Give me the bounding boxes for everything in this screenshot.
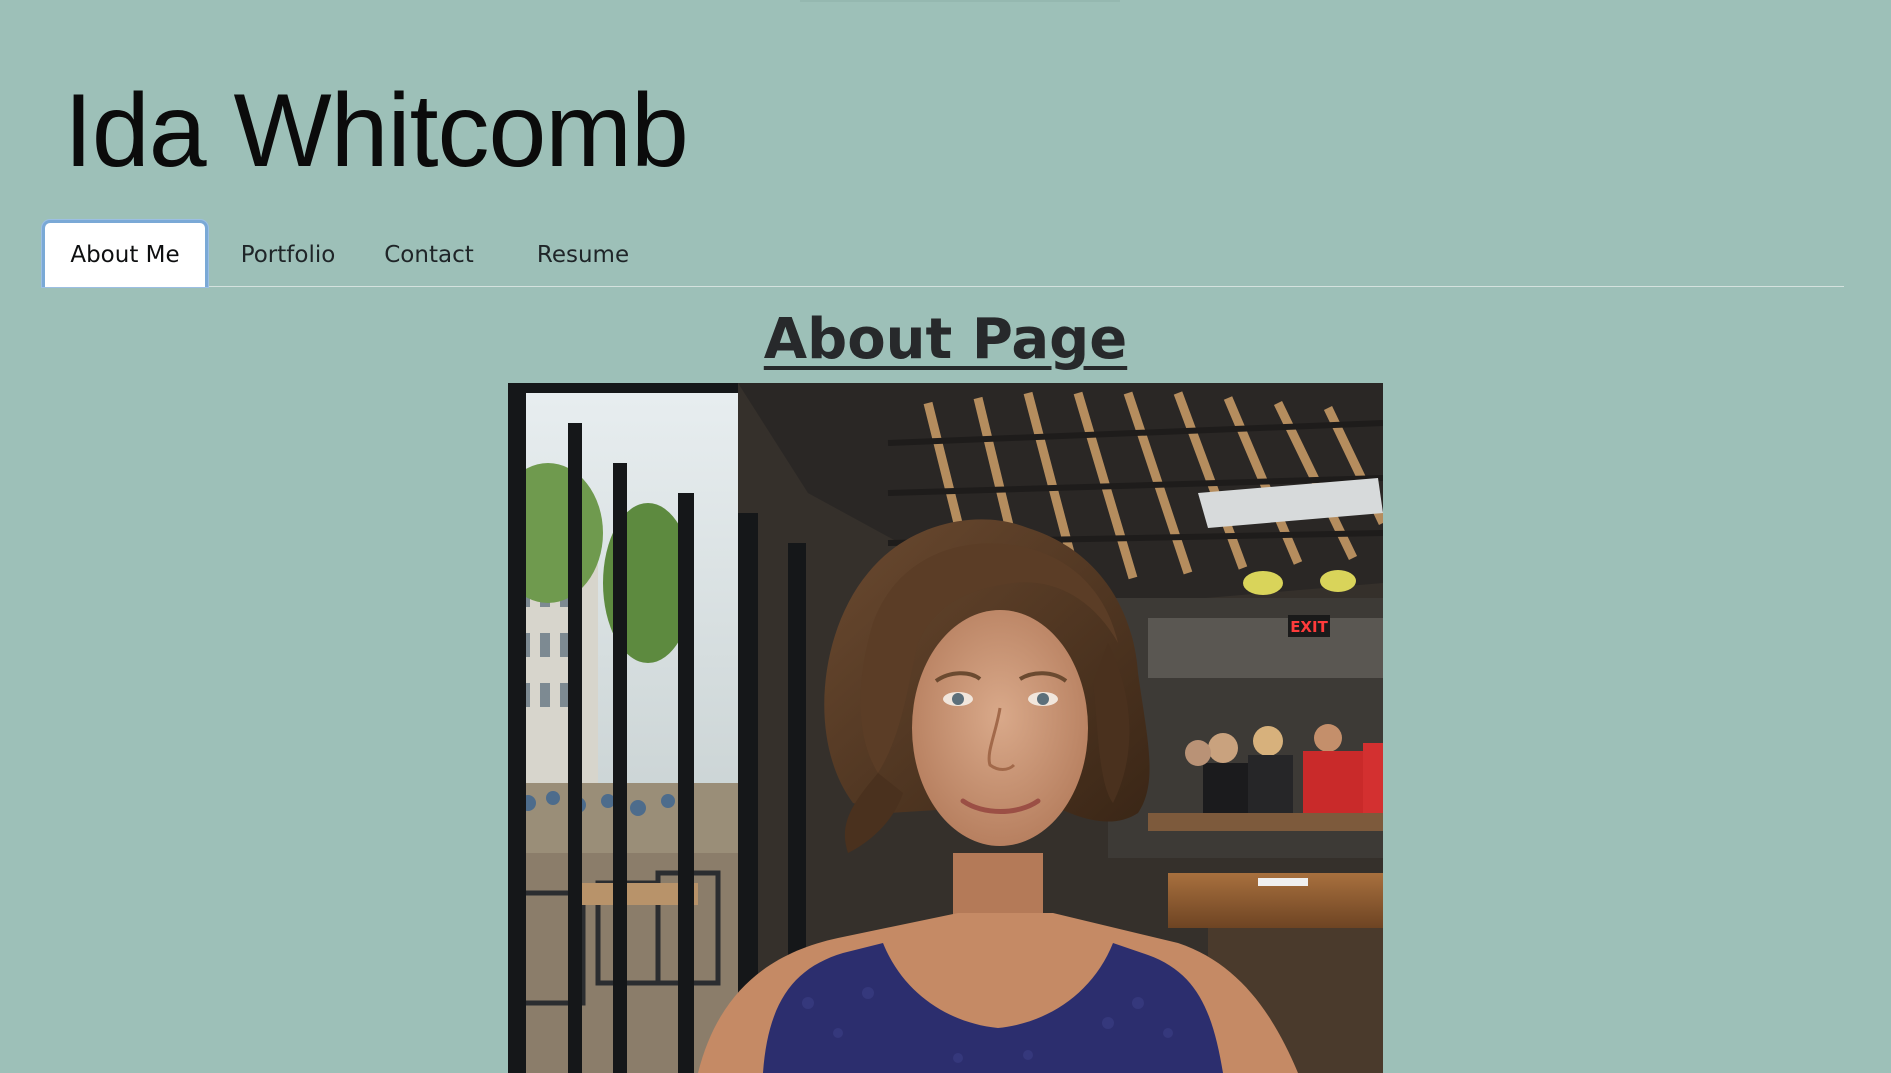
tab-portfolio[interactable]: Portfolio	[220, 224, 356, 286]
profile-photo: EXIT	[508, 383, 1383, 1073]
top-edge-shade	[800, 0, 1120, 2]
site-title: Ida Whitcomb	[64, 73, 689, 189]
tab-resume[interactable]: Resume	[500, 224, 666, 286]
nav-tabs: About Me Portfolio Contact Resume	[42, 220, 1844, 287]
exit-sign: EXIT	[1290, 618, 1328, 636]
page-heading: About Page	[763, 307, 1128, 372]
tab-about-me[interactable]: About Me	[42, 220, 208, 287]
tab-contact[interactable]: Contact	[364, 224, 494, 286]
